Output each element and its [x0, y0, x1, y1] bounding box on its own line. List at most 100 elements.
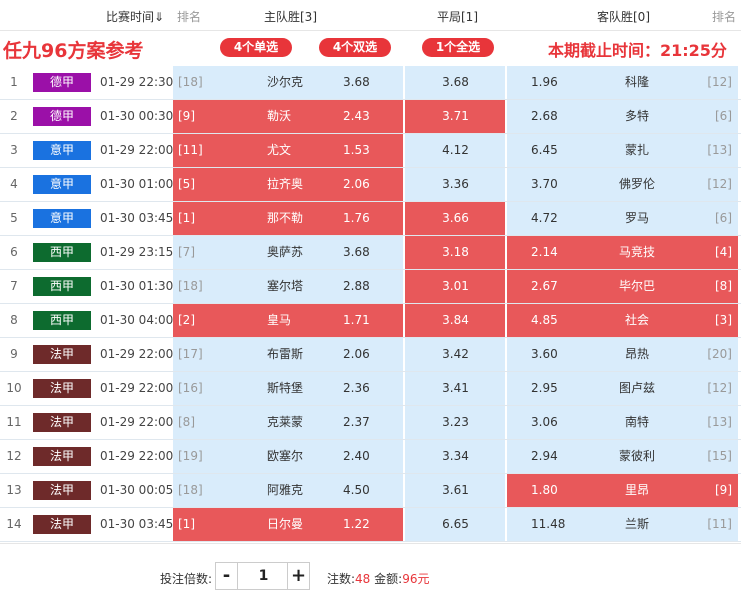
home-odds: 1.22: [343, 517, 370, 531]
table-header: 比赛时间⇓ 排名 主队胜[3] 平局[1] 客队胜[0] 排名: [0, 0, 741, 31]
league-badge: 意甲: [33, 209, 91, 228]
draw-option[interactable]: 3.23: [405, 406, 506, 439]
away-win-option[interactable]: 2.68 多特 [6]: [507, 100, 738, 133]
home-win-option[interactable]: [9] 勒沃 2.43: [173, 100, 404, 133]
away-win-option[interactable]: 1.96 科隆 [12]: [507, 66, 738, 99]
single-select-button[interactable]: 4个单选: [220, 38, 292, 57]
away-win-option[interactable]: 4.72 罗马 [6]: [507, 202, 738, 235]
row-index: 5: [10, 211, 18, 225]
home-team: 那不勒: [267, 211, 304, 225]
away-win-option[interactable]: 3.70 佛罗伦 [12]: [507, 168, 738, 201]
league-badge: 西甲: [33, 311, 91, 330]
row-index: 3: [10, 143, 18, 157]
away-win-option[interactable]: 2.14 马竞技 [4]: [507, 236, 738, 269]
league-badge: 法甲: [33, 413, 91, 432]
away-win-option[interactable]: 11.48 兰斯 [11]: [507, 508, 738, 541]
away-odds: 1.80: [531, 483, 558, 497]
draw-odds: 3.42: [442, 347, 469, 361]
away-team: 蒙扎: [624, 143, 649, 157]
home-win-option[interactable]: [19] 欧塞尔 2.40: [173, 440, 404, 473]
home-rank: [7]: [178, 245, 195, 259]
draw-option[interactable]: 3.84: [405, 304, 506, 337]
league-badge: 意甲: [33, 175, 91, 194]
away-rank: [12]: [707, 75, 732, 89]
home-win-option[interactable]: [16] 斯特堡 2.36: [173, 372, 404, 405]
match-time: 01-30 00:05: [100, 483, 174, 497]
home-win-option[interactable]: [5] 拉齐奥 2.06: [173, 168, 404, 201]
time-column-header[interactable]: 比赛时间⇓: [106, 8, 164, 25]
home-team: 阿雅克: [267, 483, 304, 497]
draw-option[interactable]: 3.36: [405, 168, 506, 201]
double-select-button[interactable]: 4个双选: [319, 38, 391, 57]
away-odds: 6.45: [531, 143, 558, 157]
away-win-option[interactable]: 3.06 南特 [13]: [507, 406, 738, 439]
draw-option[interactable]: 3.18: [405, 236, 506, 269]
match-row: 4 意甲 01-30 01:00 [5] 拉齐奥 2.06 3.36 3.70 佛罗伦 [12]: [0, 168, 741, 202]
decrease-button[interactable]: -: [216, 563, 238, 589]
away-rank: [11]: [707, 517, 732, 531]
away-odds: 4.85: [531, 313, 558, 327]
draw-option[interactable]: 3.34: [405, 440, 506, 473]
home-win-option[interactable]: [1] 日尔曼 1.22: [173, 508, 404, 541]
away-team: 社会: [624, 313, 649, 327]
home-win-option[interactable]: [8] 克莱蒙 2.37: [173, 406, 404, 439]
amount-label: 金额:: [374, 572, 403, 586]
draw-option[interactable]: 3.71: [405, 100, 506, 133]
home-rank: [1]: [178, 517, 195, 531]
bets-count: 48: [355, 572, 371, 586]
home-win-column-header: 主队胜[3]: [264, 10, 317, 24]
draw-odds: 3.84: [442, 313, 469, 327]
row-index: 9: [10, 347, 18, 361]
draw-option[interactable]: 6.65: [405, 508, 506, 541]
draw-option[interactable]: 3.01: [405, 270, 506, 303]
match-row: 6 西甲 01-29 23:15 [7] 奥萨苏 3.68 3.18 2.14 马竞技 [4]: [0, 236, 741, 270]
home-win-option[interactable]: [2] 皇马 1.71: [173, 304, 404, 337]
row-index: 13: [6, 483, 22, 497]
away-win-option[interactable]: 2.95 图卢兹 [12]: [507, 372, 738, 405]
away-rank: [9]: [715, 483, 732, 497]
full-select-button[interactable]: 1个全选: [422, 38, 494, 57]
home-win-option[interactable]: [18] 沙尔克 3.68: [173, 66, 404, 99]
away-rank: [8]: [715, 279, 732, 293]
away-win-option[interactable]: 2.94 蒙彼利 [15]: [507, 440, 738, 473]
match-time: 01-29 22:00: [100, 381, 174, 395]
row-index: 2: [10, 109, 18, 123]
home-rank: [18]: [178, 483, 203, 497]
draw-option[interactable]: 3.68: [405, 66, 506, 99]
home-odds: 2.37: [343, 415, 370, 429]
home-win-option[interactable]: [11] 尤文 1.53: [173, 134, 404, 167]
home-odds: 1.71: [343, 313, 370, 327]
draw-option[interactable]: 3.42: [405, 338, 506, 371]
match-time: 01-29 22:00: [100, 347, 174, 361]
away-win-option[interactable]: 2.67 毕尔巴 [8]: [507, 270, 738, 303]
draw-column-header: 平局[1]: [437, 10, 478, 24]
draw-option[interactable]: 3.66: [405, 202, 506, 235]
row-index: 6: [10, 245, 18, 259]
home-win-option[interactable]: [7] 奥萨苏 3.68: [173, 236, 404, 269]
row-index: 1: [10, 75, 18, 89]
home-odds: 2.36: [343, 381, 370, 395]
increase-button[interactable]: +: [287, 563, 309, 589]
home-team: 尤文: [267, 143, 292, 157]
home-odds: 2.06: [343, 347, 370, 361]
home-win-option[interactable]: [18] 塞尔塔 2.88: [173, 270, 404, 303]
draw-option[interactable]: 3.61: [405, 474, 506, 507]
draw-option[interactable]: 4.12: [405, 134, 506, 167]
home-win-option[interactable]: [1] 那不勒 1.76: [173, 202, 404, 235]
draw-option[interactable]: 3.41: [405, 372, 506, 405]
home-win-option[interactable]: [18] 阿雅克 4.50: [173, 474, 404, 507]
away-win-option[interactable]: 4.85 社会 [3]: [507, 304, 738, 337]
home-win-option[interactable]: [17] 布雷斯 2.06: [173, 338, 404, 371]
home-team: 布雷斯: [267, 347, 304, 361]
match-time: 01-29 22:00: [100, 449, 174, 463]
home-odds: 2.88: [343, 279, 370, 293]
league-badge: 西甲: [33, 243, 91, 262]
away-win-option[interactable]: 1.80 里昂 [9]: [507, 474, 738, 507]
match-row: 12 法甲 01-29 22:00 [19] 欧塞尔 2.40 3.34 2.94 蒙彼利 [15…: [0, 440, 741, 474]
away-team: 里昂: [624, 483, 649, 497]
away-win-option[interactable]: 3.60 昂热 [20]: [507, 338, 738, 371]
away-win-option[interactable]: 6.45 蒙扎 [13]: [507, 134, 738, 167]
home-team: 斯特堡: [267, 381, 304, 395]
home-rank: [17]: [178, 347, 203, 361]
multiplier-input[interactable]: [239, 563, 288, 589]
